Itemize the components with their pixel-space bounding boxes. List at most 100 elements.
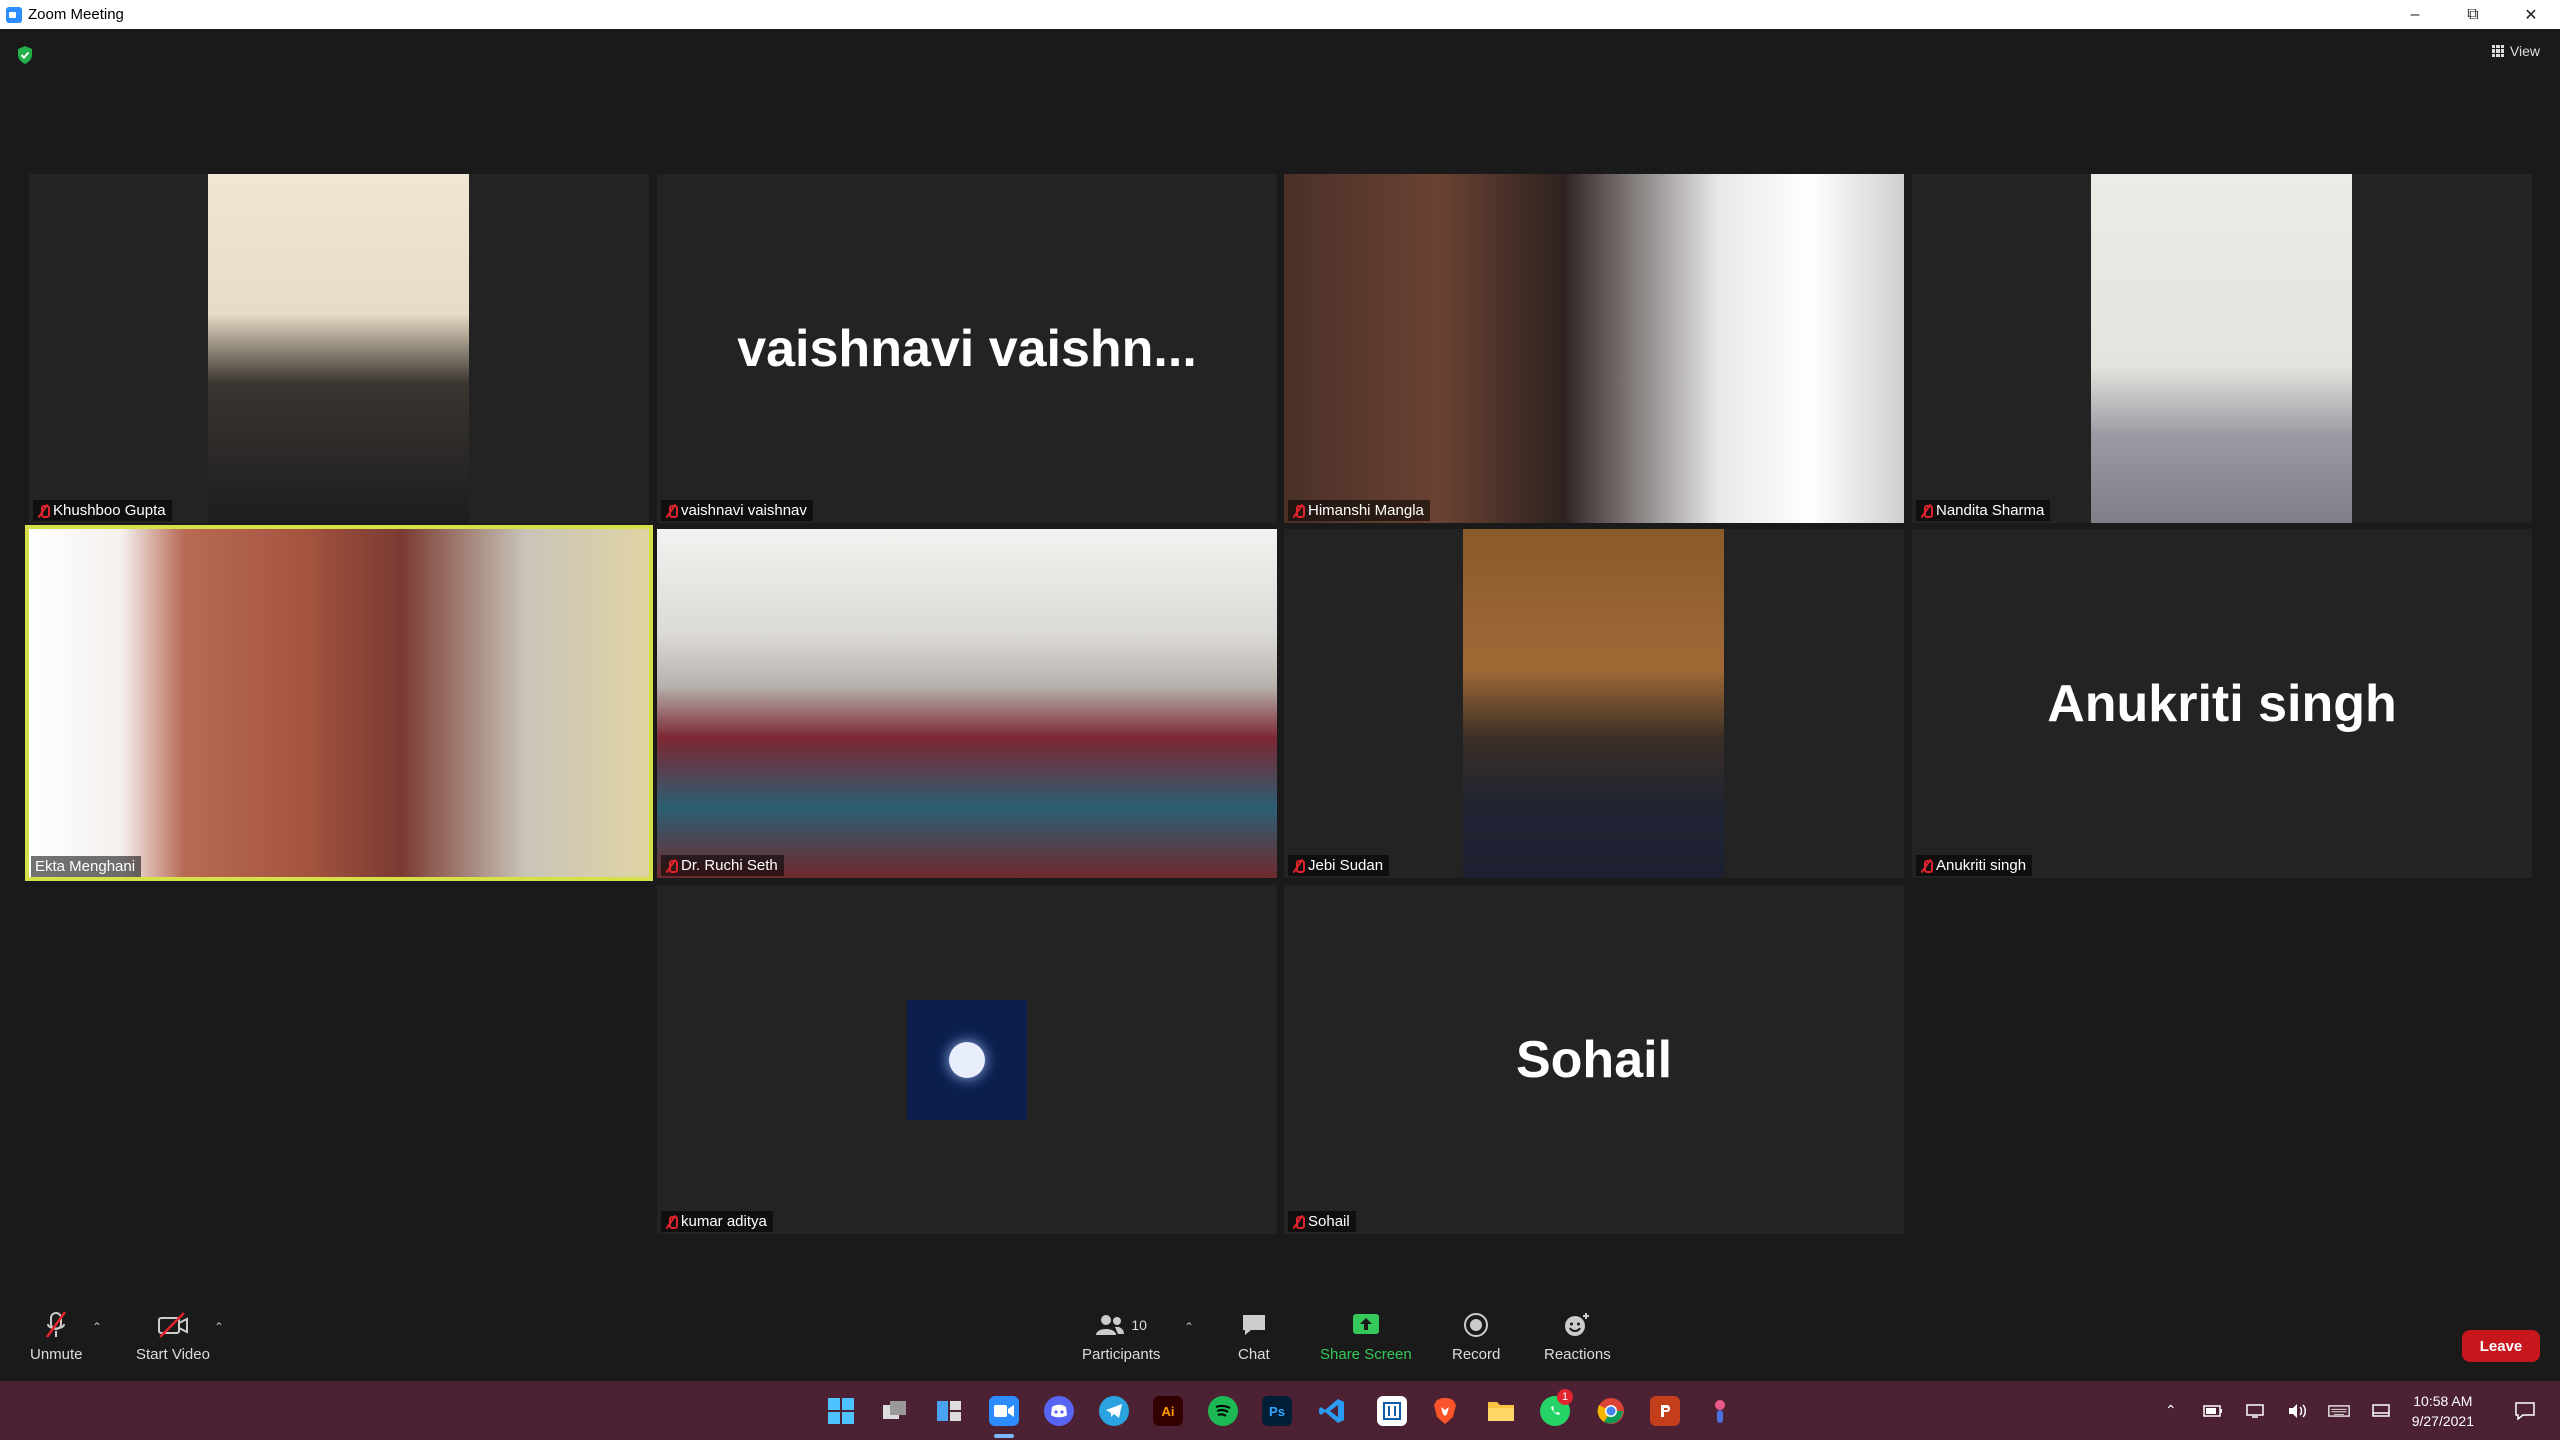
share-screen-icon	[1352, 1314, 1379, 1334]
battery-icon[interactable]	[2202, 1403, 2224, 1419]
notifications-icon[interactable]	[2514, 1401, 2536, 1421]
video-tile[interactable]: Sohail Sohail	[1284, 885, 1904, 1234]
mic-muted-icon	[1292, 1215, 1305, 1229]
participant-name-label: Anukriti singh	[1916, 855, 2033, 876]
app-icon[interactable]	[1705, 1396, 1735, 1426]
windows-start-icon[interactable]	[826, 1396, 856, 1426]
video-tile[interactable]: kumar aditya	[657, 885, 1277, 1234]
volume-icon[interactable]	[2286, 1403, 2308, 1419]
video-options-caret-icon[interactable]: ⌃	[214, 1320, 224, 1334]
mic-muted-icon	[37, 504, 50, 518]
participant-name-label: Nandita Sharma	[1916, 500, 2051, 521]
spotify-icon[interactable]	[1208, 1396, 1238, 1426]
participants-icon	[1096, 1315, 1125, 1335]
window-title: Zoom Meeting	[28, 6, 124, 23]
video-tile[interactable]: Khushboo Gupta	[29, 174, 649, 523]
participant-name-label: Himanshi Mangla	[1288, 500, 1430, 521]
close-button[interactable]: ✕	[2502, 0, 2560, 29]
record-button[interactable]: Record	[1452, 1310, 1500, 1363]
chrome-icon[interactable]	[1596, 1396, 1626, 1426]
start-video-button[interactable]: Start Video	[136, 1310, 210, 1363]
video-camera-off-icon	[157, 1312, 188, 1338]
view-label: View	[2509, 43, 2540, 59]
photoshop-icon[interactable]: Ps	[1262, 1396, 1292, 1426]
participant-display-name: Anukriti singh	[2047, 674, 2397, 733]
profile-picture	[907, 1000, 1027, 1120]
participants-count: 10	[1131, 1317, 1147, 1333]
system-tray: ⌃ 10:58 AM 9/27/2021	[2160, 1381, 2560, 1440]
minimize-button[interactable]: –	[2386, 0, 2444, 29]
telegram-icon[interactable]	[1099, 1396, 1129, 1426]
windows-taskbar: Ai Ps 1 ⌃ 10:58 AM 9/27/2021	[0, 1381, 2560, 1440]
participant-name-label: Ekta Menghani	[31, 856, 142, 877]
brave-browser-icon[interactable]	[1430, 1396, 1460, 1426]
mic-muted-icon	[1292, 859, 1305, 873]
mic-muted-icon	[665, 504, 678, 518]
encryption-shield-icon[interactable]	[16, 45, 34, 65]
mic-muted-icon	[665, 859, 678, 873]
video-tile[interactable]: Nandita Sharma	[1912, 174, 2532, 523]
participant-video	[657, 529, 1277, 878]
participant-video	[208, 174, 469, 523]
video-tile[interactable]: Anukriti singh Anukriti singh	[1912, 529, 2532, 878]
chat-button[interactable]: Chat	[1238, 1310, 1270, 1363]
mic-muted-icon	[1920, 504, 1933, 518]
reactions-button[interactable]: Reactions	[1544, 1310, 1611, 1363]
mic-muted-icon	[1920, 859, 1933, 873]
reactions-smiley-icon	[1565, 1313, 1590, 1336]
view-button[interactable]: View	[2491, 43, 2540, 59]
participant-name-label: Dr. Ruchi Seth	[661, 855, 784, 876]
record-icon	[1464, 1313, 1489, 1337]
zoom-taskbar-icon[interactable]	[989, 1396, 1019, 1426]
participant-video	[1284, 174, 1904, 523]
participant-video	[29, 529, 649, 877]
vscode-icon[interactable]	[1317, 1396, 1347, 1426]
audio-options-caret-icon[interactable]: ⌃	[92, 1320, 102, 1334]
notification-badge: 1	[1557, 1389, 1573, 1405]
microphone-muted-icon	[46, 1311, 67, 1338]
participant-name-label: Jebi Sudan	[1288, 855, 1390, 876]
video-tile-active-speaker[interactable]: Ekta Menghani	[25, 525, 653, 881]
participant-display-name: vaishnavi vaishn...	[737, 319, 1197, 378]
leave-button[interactable]: Leave	[2462, 1330, 2540, 1362]
network-icon[interactable]	[2244, 1403, 2266, 1419]
mic-muted-icon	[665, 1215, 678, 1229]
participants-caret-icon[interactable]: ⌃	[1184, 1320, 1194, 1334]
mic-muted-icon	[1292, 504, 1305, 518]
share-screen-button[interactable]: Share Screen	[1320, 1310, 1412, 1363]
window-titlebar: Zoom Meeting – ⧉ ✕	[0, 0, 2560, 29]
clock-time: 10:58 AM	[2413, 1392, 2473, 1409]
restore-button[interactable]: ⧉	[2444, 0, 2502, 29]
meeting-area: View Khushboo Gupta vaishnavi vaishn... …	[0, 29, 2560, 1381]
video-tile[interactable]: Jebi Sudan	[1284, 529, 1904, 878]
participant-name-label: Sohail	[1288, 1211, 1356, 1232]
participant-display-name: Sohail	[1515, 1030, 1673, 1089]
keyboard-icon[interactable]	[2327, 1403, 2350, 1419]
participants-button[interactable]: 10 Participants	[1082, 1310, 1160, 1363]
discord-icon[interactable]	[1044, 1396, 1074, 1426]
clock-date: 9/27/2021	[2411, 1412, 2474, 1429]
show-hidden-icons-chevron-icon[interactable]: ⌃	[2160, 1402, 2182, 1419]
unmute-button[interactable]: Unmute	[30, 1310, 83, 1363]
widgets-icon[interactable]	[934, 1396, 964, 1426]
file-explorer-icon[interactable]	[1486, 1396, 1516, 1426]
meeting-toolbar: Unmute ⌃ Start Video ⌃ 10 Participants ⌃…	[0, 1290, 2560, 1381]
video-tile[interactable]: vaishnavi vaishn... vaishnavi vaishnav	[657, 174, 1277, 523]
adobe-illustrator-icon[interactable]: Ai	[1153, 1396, 1183, 1426]
moon-icon	[949, 1042, 985, 1078]
video-tile[interactable]: Himanshi Mangla	[1284, 174, 1904, 523]
participant-name-label: kumar aditya	[661, 1211, 773, 1232]
powerpoint-icon[interactable]	[1650, 1396, 1680, 1426]
active-app-indicator	[994, 1434, 1014, 1438]
snipping-tool-icon[interactable]	[1377, 1396, 1407, 1426]
task-view-icon[interactable]	[880, 1396, 910, 1426]
grid-icon	[2491, 45, 2504, 57]
participant-video	[2091, 174, 2352, 523]
video-tile[interactable]: Dr. Ruchi Seth	[657, 529, 1277, 878]
participant-name-label: Khushboo Gupta	[33, 500, 172, 521]
taskbar-clock[interactable]: 10:58 AM 9/27/2021	[2412, 1391, 2474, 1431]
display-icon[interactable]	[2370, 1403, 2392, 1419]
zoom-app-icon	[6, 6, 22, 23]
participant-video	[1463, 529, 1724, 878]
participant-name-label: vaishnavi vaishnav	[661, 500, 813, 521]
